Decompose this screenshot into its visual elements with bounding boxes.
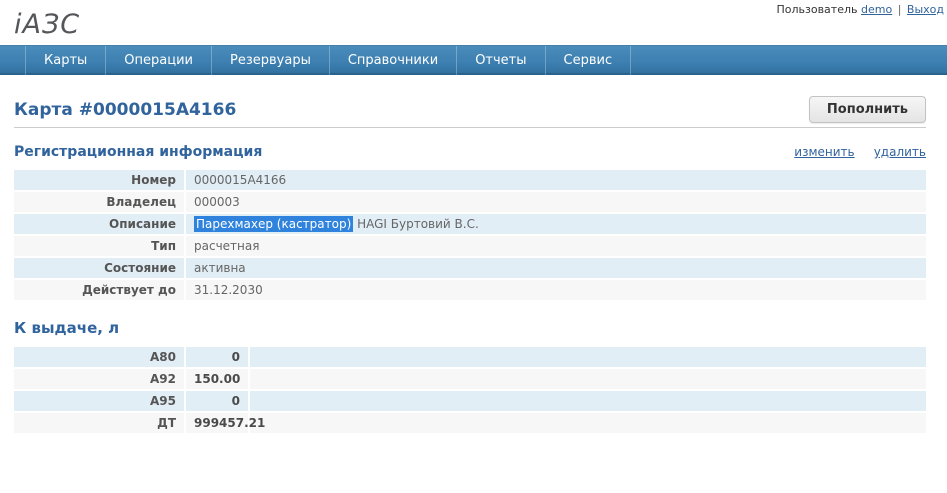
page-content: Карта #0000015A4166 Пополнить Регистраци… bbox=[0, 96, 947, 435]
balance-table-body: А800А92150.00А950ДТ999457.21 bbox=[14, 347, 926, 433]
nav-item-reservoirs[interactable]: Резервуары bbox=[211, 46, 329, 75]
selected-text: Парехмахер (кастратор) bbox=[194, 216, 353, 232]
nav-item-reports[interactable]: Отчеты bbox=[456, 46, 544, 75]
field-value: Парехмахер (кастратор) HAGI Буртовий В.С… bbox=[186, 214, 926, 234]
row-filler bbox=[250, 369, 926, 389]
user-link[interactable]: demo bbox=[861, 3, 892, 16]
row-filler bbox=[250, 391, 926, 411]
balance-heading: К выдаче, л bbox=[14, 319, 926, 337]
field-value: 0000015A4166 bbox=[186, 170, 926, 190]
fuel-label: А92 bbox=[14, 369, 184, 389]
fuel-label: ДТ bbox=[14, 413, 184, 433]
nav-item-service[interactable]: Сервис bbox=[545, 46, 632, 75]
table-row: Владелец000003 bbox=[14, 192, 926, 212]
registration-section-header: Регистрационная информация изменить удал… bbox=[14, 141, 926, 160]
main-nav: КартыОперацииРезервуарыСправочникиОтчеты… bbox=[0, 45, 947, 75]
fuel-value: 150.00 bbox=[186, 369, 248, 389]
table-row: А950 bbox=[14, 391, 926, 411]
field-value: 000003 bbox=[186, 192, 926, 212]
nav-item-directories[interactable]: Справочники bbox=[329, 46, 456, 75]
row-filler bbox=[250, 413, 926, 433]
user-label: Пользователь bbox=[776, 3, 857, 16]
field-label: Тип bbox=[14, 236, 184, 256]
page-title: Карта #0000015A4166 bbox=[14, 100, 236, 120]
nav-item-cards[interactable]: Карты bbox=[25, 46, 105, 75]
table-row: А800 bbox=[14, 347, 926, 367]
fuel-label: А80 bbox=[14, 347, 184, 367]
logout-link[interactable]: Выход bbox=[907, 3, 944, 16]
fuel-value: 0 bbox=[186, 347, 248, 367]
topup-button[interactable]: Пополнить bbox=[809, 96, 926, 123]
registration-actions: изменить удалить bbox=[780, 141, 926, 160]
field-value: активна bbox=[186, 258, 926, 278]
registration-table-body: Номер0000015A4166Владелец000003ОписаниеП… bbox=[14, 170, 926, 300]
table-row: Типрасчетная bbox=[14, 236, 926, 256]
table-row: А92150.00 bbox=[14, 369, 926, 389]
field-label: Действует до bbox=[14, 280, 184, 300]
table-row: ДТ999457.21 bbox=[14, 413, 926, 433]
row-filler bbox=[250, 347, 926, 367]
registration-table: Номер0000015A4166Владелец000003ОписаниеП… bbox=[12, 168, 928, 302]
field-label: Описание bbox=[14, 214, 184, 234]
edit-link[interactable]: изменить bbox=[794, 145, 854, 159]
field-value: расчетная bbox=[186, 236, 926, 256]
table-row: Номер0000015A4166 bbox=[14, 170, 926, 190]
page-header: Карта #0000015A4166 Пополнить bbox=[14, 96, 926, 128]
field-label: Состояние bbox=[14, 258, 184, 278]
table-row: Состояниеактивна bbox=[14, 258, 926, 278]
user-separator: | bbox=[898, 3, 902, 16]
fuel-value: 0 bbox=[186, 391, 248, 411]
fuel-value: 999457.21 bbox=[186, 413, 248, 433]
field-label: Номер bbox=[14, 170, 184, 190]
user-area: Пользователь demo | Выход bbox=[776, 3, 944, 16]
table-row: Действует до31.12.2030 bbox=[14, 280, 926, 300]
registration-heading: Регистрационная информация bbox=[14, 144, 262, 160]
fuel-label: А95 bbox=[14, 391, 184, 411]
balance-table: А800А92150.00А950ДТ999457.21 bbox=[12, 345, 928, 435]
field-label: Владелец bbox=[14, 192, 184, 212]
table-row: ОписаниеПарехмахер (кастратор) HAGI Бурт… bbox=[14, 214, 926, 234]
field-value: 31.12.2030 bbox=[186, 280, 926, 300]
nav-item-operations[interactable]: Операции bbox=[105, 46, 211, 75]
delete-link[interactable]: удалить bbox=[874, 145, 926, 159]
